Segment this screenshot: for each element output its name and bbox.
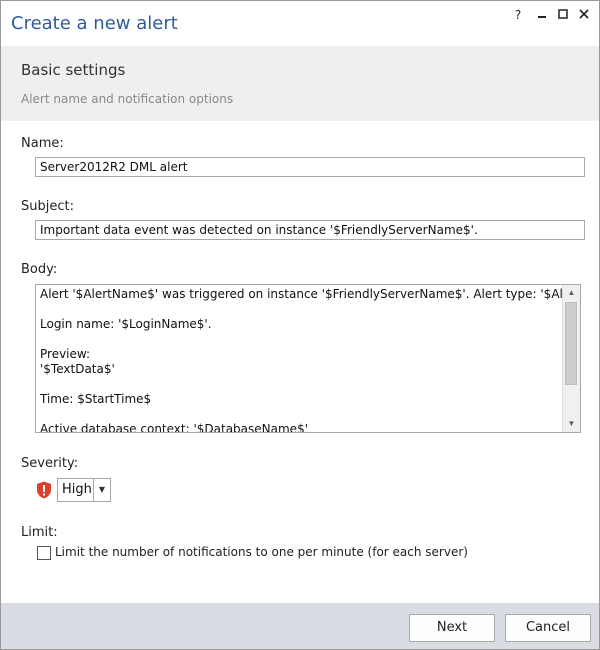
scroll-down-arrow-icon[interactable]: ▼ (563, 416, 580, 432)
severity-value: High (62, 482, 92, 497)
limit-checkbox[interactable] (37, 546, 51, 560)
body-line (40, 302, 560, 317)
minimize-icon (538, 16, 546, 18)
body-line (40, 332, 560, 347)
limit-checkbox-label[interactable]: Limit the number of notifications to one… (55, 545, 468, 559)
scroll-up-arrow-icon[interactable]: ▲ (563, 285, 580, 301)
step-header: Basic settings Alert name and notificati… (1, 46, 599, 121)
limit-label: Limit: (21, 525, 58, 540)
body-scrollbar[interactable]: ▲ ▼ (562, 285, 580, 432)
alert-dialog: Create a new alert ? Basic settings Aler… (0, 0, 600, 650)
body-line: Alert '$AlertName$' was triggered on ins… (40, 287, 581, 301)
shield-warning-icon (37, 481, 51, 499)
name-input[interactable]: Server2012R2 DML alert (35, 157, 585, 177)
maximize-button[interactable] (552, 5, 574, 25)
dialog-title: Create a new alert (11, 13, 178, 34)
subject-label: Subject: (21, 199, 74, 214)
severity-select[interactable]: High ▼ (57, 478, 111, 502)
maximize-icon (558, 9, 568, 19)
next-button[interactable]: Next (409, 614, 495, 642)
close-icon (579, 9, 589, 19)
cancel-button[interactable]: Cancel (505, 614, 591, 642)
step-subtitle: Alert name and notification options (21, 92, 234, 106)
title-bar: Create a new alert ? (1, 1, 599, 46)
body-textarea[interactable]: Alert '$AlertName$' was triggered on ins… (35, 284, 581, 433)
body-line: '$TextData$' (40, 362, 115, 376)
name-label: Name: (21, 136, 64, 151)
body-line (40, 377, 560, 392)
body-text: Alert '$AlertName$' was triggered on ins… (40, 287, 581, 433)
body-line: Login name: '$LoginName$'. (40, 317, 212, 331)
step-title: Basic settings (21, 61, 126, 79)
chevron-down-icon[interactable]: ▼ (93, 479, 110, 501)
subject-input[interactable]: Important data event was detected on ins… (35, 220, 585, 240)
body-label: Body: (21, 262, 58, 277)
severity-label: Severity: (21, 456, 79, 471)
body-line: Active database context: '$DatabaseName$… (40, 422, 308, 433)
minimize-button[interactable] (531, 5, 553, 25)
body-line: Time: $StartTime$ (40, 392, 152, 406)
body-line (40, 407, 560, 422)
help-button[interactable]: ? (507, 5, 529, 25)
close-button[interactable] (573, 5, 595, 25)
body-line: Preview: (40, 347, 91, 361)
scroll-thumb[interactable] (565, 302, 577, 385)
